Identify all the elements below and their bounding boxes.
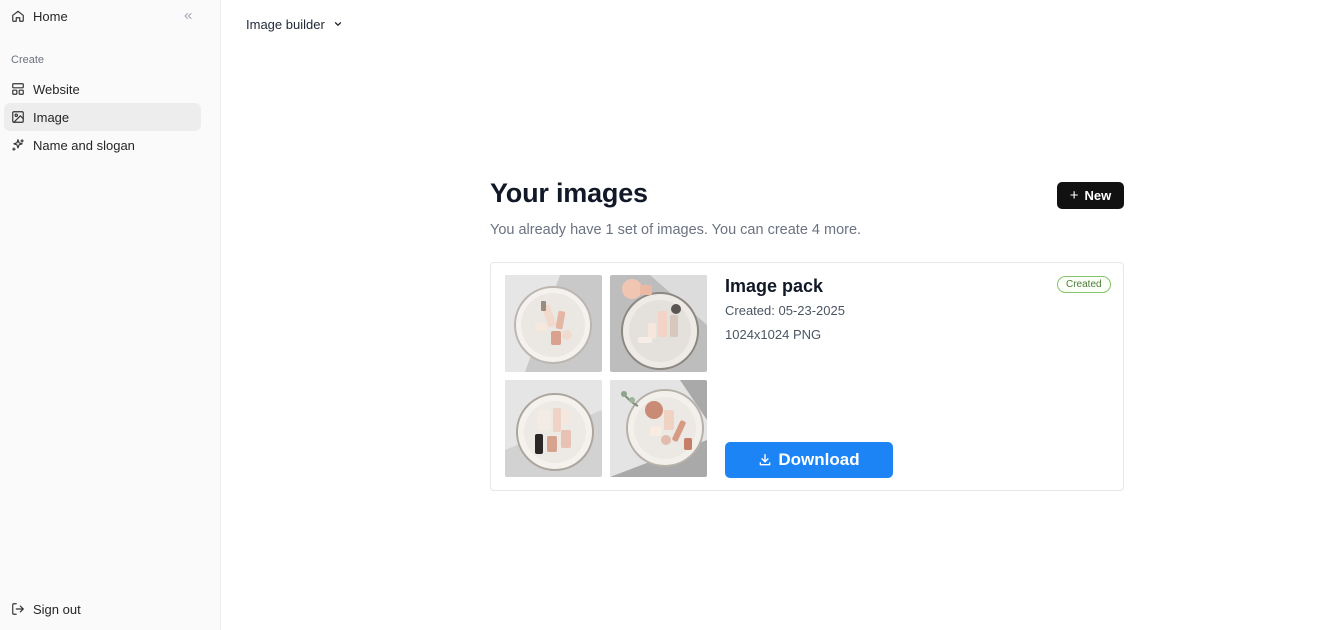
image-pack-created-date: Created: 05-23-2025 bbox=[725, 303, 845, 318]
image-thumbnail[interactable] bbox=[610, 380, 707, 477]
sidebar-item-label: Website bbox=[33, 81, 80, 97]
home-icon bbox=[11, 9, 25, 23]
sidebar-item-website[interactable]: Website bbox=[4, 75, 201, 103]
sidebar-item-image[interactable]: Image bbox=[4, 103, 201, 131]
app-root: Home Create Website Image Name and sloga… bbox=[0, 0, 1320, 630]
image-pack-card: Image pack Created: 05-23-2025 1024x1024… bbox=[490, 262, 1124, 491]
sidebar-item-label: Home bbox=[33, 8, 68, 24]
sidebar-item-label: Image bbox=[33, 109, 70, 125]
download-button[interactable]: Download bbox=[725, 442, 893, 478]
sidebar-item-label: Name and slogan bbox=[33, 137, 135, 153]
image-pack-format: 1024x1024 PNG bbox=[725, 327, 822, 342]
sidebar-section-create: Create bbox=[11, 54, 45, 66]
image-icon bbox=[11, 110, 25, 124]
image-thumbnail[interactable] bbox=[505, 275, 602, 372]
chevron-down-icon bbox=[333, 19, 343, 29]
layout-icon bbox=[11, 82, 25, 96]
sidebar-item-name-and-slogan[interactable]: Name and slogan bbox=[4, 131, 201, 159]
plus-icon: + bbox=[1069, 187, 1079, 204]
sidebar-item-sign-out[interactable]: Sign out bbox=[4, 595, 201, 623]
download-button-label: Download bbox=[778, 450, 860, 469]
sparkles-icon bbox=[11, 138, 25, 152]
image-thumbnail[interactable] bbox=[505, 380, 602, 477]
image-pack-title: Image pack bbox=[725, 276, 824, 296]
status-badge: Created bbox=[1057, 276, 1111, 293]
sidebar-item-label: Sign out bbox=[33, 601, 81, 617]
new-button-label: New bbox=[1084, 188, 1112, 203]
new-button[interactable]: + New bbox=[1057, 182, 1124, 209]
download-icon bbox=[758, 453, 772, 467]
collapse-sidebar-icon[interactable] bbox=[180, 8, 196, 24]
page-title: Your images bbox=[490, 178, 648, 208]
sidebar: Home Create Website Image Name and sloga… bbox=[0, 0, 221, 630]
image-thumbnail[interactable] bbox=[610, 275, 707, 372]
builder-dropdown[interactable]: Image builder bbox=[246, 14, 343, 34]
sidebar-item-home[interactable]: Home bbox=[4, 2, 201, 30]
builder-dropdown-label: Image builder bbox=[246, 16, 325, 32]
sign-out-icon bbox=[11, 602, 25, 616]
page-subtitle: You already have 1 set of images. You ca… bbox=[490, 222, 862, 238]
